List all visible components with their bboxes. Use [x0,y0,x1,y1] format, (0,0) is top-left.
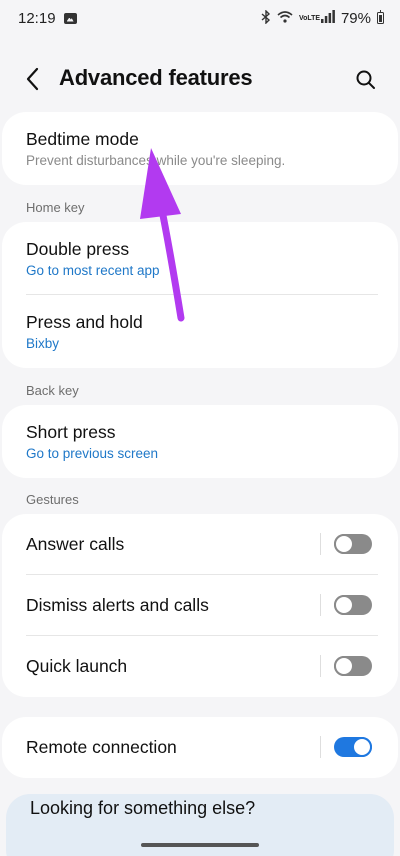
answer-calls-title: Answer calls [26,534,125,554]
bedtime-mode-subtitle: Prevent disturbances while you're sleepi… [26,153,286,168]
toggle-knob [334,656,354,676]
double-press-title: Double press [26,239,130,259]
answer-calls-toggle[interactable] [334,534,372,554]
status-right: VoLTE 79% [261,9,384,27]
page-title: Advanced features [59,65,253,90]
search-button[interactable] [352,66,380,94]
quick-launch-toggle[interactable] [334,656,372,676]
back-arrow-icon [26,67,39,91]
bedtime-mode-title: Bedtime mode [26,129,139,149]
gestures-card: Answer calls Dismiss alerts and calls Qu… [2,514,398,697]
section-header-home-key: Home key [26,200,85,215]
home-key-card: Double press Go to most recent app Press… [2,222,398,368]
dismiss-alerts-toggle[interactable] [334,595,372,615]
quick-launch-item[interactable]: Quick launch [2,636,398,697]
remote-connection-item[interactable]: Remote connection [2,717,398,778]
screen: 12:19 VoLTE 79% Advanced features Bedtim… [0,0,400,856]
remote-connection-toggle[interactable] [334,737,372,757]
bedtime-card: Bedtime mode Prevent disturbances while … [2,112,398,185]
answer-calls-item[interactable]: Answer calls [2,514,398,575]
bluetooth-icon [261,9,271,26]
press-and-hold-title: Press and hold [26,312,143,332]
short-press-item[interactable]: Short press Go to previous screen [2,405,398,478]
press-and-hold-value: Bixby [26,336,60,351]
wifi-icon [277,10,293,27]
toggle-knob [334,595,354,615]
battery-icon [377,9,384,24]
section-header-back-key: Back key [26,383,79,398]
toggle-separator [320,736,321,758]
section-header-gestures: Gestures [26,492,79,507]
search-icon [356,70,375,89]
app-bar: Advanced features [0,50,400,108]
quick-launch-title: Quick launch [26,656,128,676]
toggle-knob [352,737,372,757]
status-time: 12:19 [18,9,56,27]
remote-connection-title: Remote connection [26,737,177,757]
toggle-separator [320,594,321,616]
gesture-navigation-handle[interactable] [141,843,259,847]
press-and-hold-item[interactable]: Press and hold Bixby [2,295,398,368]
double-press-value: Go to most recent app [26,263,160,278]
dismiss-alerts-item[interactable]: Dismiss alerts and calls [2,575,398,636]
remote-connection-card: Remote connection [2,717,398,778]
toggle-separator [320,655,321,677]
suggestion-text: Looking for something else? [30,798,256,818]
bedtime-mode-item[interactable]: Bedtime mode Prevent disturbances while … [2,112,398,185]
double-press-item[interactable]: Double press Go to most recent app [2,222,398,295]
short-press-title: Short press [26,422,116,442]
battery-percent: 79% [340,9,371,27]
status-bar: 12:19 VoLTE 79% [0,0,400,36]
dismiss-alerts-title: Dismiss alerts and calls [26,595,209,615]
toggle-separator [320,533,321,555]
short-press-value: Go to previous screen [26,446,159,461]
back-key-card: Short press Go to previous screen [2,405,398,478]
toggle-knob [334,534,354,554]
signal-icon [320,9,335,27]
status-left: 12:19 [18,10,77,27]
back-button[interactable] [20,64,48,94]
volte-indicator: VoLTE [298,14,321,22]
gallery-notification-icon [63,12,77,24]
